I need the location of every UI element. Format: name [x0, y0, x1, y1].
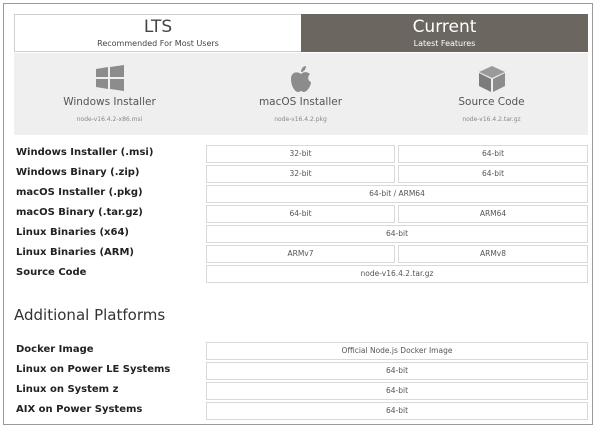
windows-installer-download[interactable]: Windows Installer node-v16.4.2-x86.msi	[14, 53, 205, 135]
download-link[interactable]: ARMv8	[398, 245, 588, 263]
table-row: Linux Binaries (ARM) ARMv7 ARMv8	[14, 245, 588, 263]
download-link[interactable]: ARM64	[398, 205, 588, 223]
macos-installer-label: macOS Installer	[258, 96, 343, 108]
macos-installer-file: node-v16.4.2.pkg	[274, 116, 327, 123]
tab-lts-subtitle: Recommended For Most Users	[97, 39, 219, 48]
table-row: macOS Binary (.tar.gz) 64-bit ARM64	[14, 205, 588, 223]
download-link[interactable]: 64-bit	[206, 402, 588, 420]
table-row: Windows Binary (.zip) 32-bit 64-bit	[14, 165, 588, 183]
download-link[interactable]: 32-bit	[206, 165, 395, 183]
apple-icon	[289, 65, 313, 97]
source-code-download[interactable]: Source Code node-v16.4.2.tar.gz	[396, 53, 587, 135]
macos-installer-download[interactable]: macOS Installer node-v16.4.2.pkg	[205, 53, 396, 135]
row-label: Windows Installer (.msi)	[16, 147, 154, 158]
row-label: Linux on Power LE Systems	[16, 364, 171, 375]
row-label: AIX on Power Systems	[16, 404, 143, 415]
table-row: Linux on System z 64-bit	[14, 382, 588, 400]
tab-lts-title: LTS	[143, 17, 173, 37]
downloads-panel: Windows Installer node-v16.4.2-x86.msi m…	[14, 53, 588, 135]
windows-installer-label: Windows Installer	[63, 96, 156, 108]
additional-platforms-heading: Additional Platforms	[14, 306, 166, 324]
download-link[interactable]: Official Node.js Docker Image	[206, 342, 588, 360]
tab-current-title: Current	[412, 17, 477, 37]
download-link[interactable]: 64-bit	[206, 225, 588, 243]
download-link[interactable]: 64-bit / ARM64	[206, 185, 588, 203]
table-row: Docker Image Official Node.js Docker Ima…	[14, 342, 588, 360]
download-link[interactable]: 64-bit	[206, 362, 588, 380]
download-page: LTS Recommended For Most Users Current L…	[3, 3, 593, 425]
table-row: Source Code node-v16.4.2.tar.gz	[14, 265, 588, 283]
row-label: Windows Binary (.zip)	[16, 167, 140, 178]
windows-icon	[95, 65, 125, 95]
source-code-file: node-v16.4.2.tar.gz	[462, 116, 521, 123]
download-link[interactable]: 64-bit	[206, 382, 588, 400]
table-row: AIX on Power Systems 64-bit	[14, 402, 588, 420]
download-link[interactable]: 64-bit	[206, 205, 395, 223]
download-link[interactable]: node-v16.4.2.tar.gz	[206, 265, 588, 283]
row-label: macOS Binary (.tar.gz)	[16, 207, 143, 218]
download-link[interactable]: 64-bit	[398, 145, 588, 163]
row-label: Docker Image	[16, 344, 94, 355]
windows-installer-file: node-v16.4.2-x86.msi	[76, 116, 143, 123]
row-label: macOS Installer (.pkg)	[16, 187, 143, 198]
row-label: Source Code	[16, 267, 87, 278]
download-link[interactable]: 32-bit	[206, 145, 395, 163]
table-row: macOS Installer (.pkg) 64-bit / ARM64	[14, 185, 588, 203]
download-link[interactable]: 64-bit	[398, 165, 588, 183]
tab-current[interactable]: Current Latest Features	[301, 14, 588, 52]
table-row: Linux on Power LE Systems 64-bit	[14, 362, 588, 380]
row-label: Linux Binaries (x64)	[16, 227, 129, 238]
tab-lts[interactable]: LTS Recommended For Most Users	[14, 14, 301, 52]
row-label: Linux on System z	[16, 384, 119, 395]
table-row: Windows Installer (.msi) 32-bit 64-bit	[14, 145, 588, 163]
tab-current-subtitle: Latest Features	[413, 39, 476, 48]
source-code-label: Source Code	[458, 96, 525, 108]
download-link[interactable]: ARMv7	[206, 245, 395, 263]
row-label: Linux Binaries (ARM)	[16, 247, 134, 258]
table-row: Linux Binaries (x64) 64-bit	[14, 225, 588, 243]
box-icon	[478, 65, 506, 97]
